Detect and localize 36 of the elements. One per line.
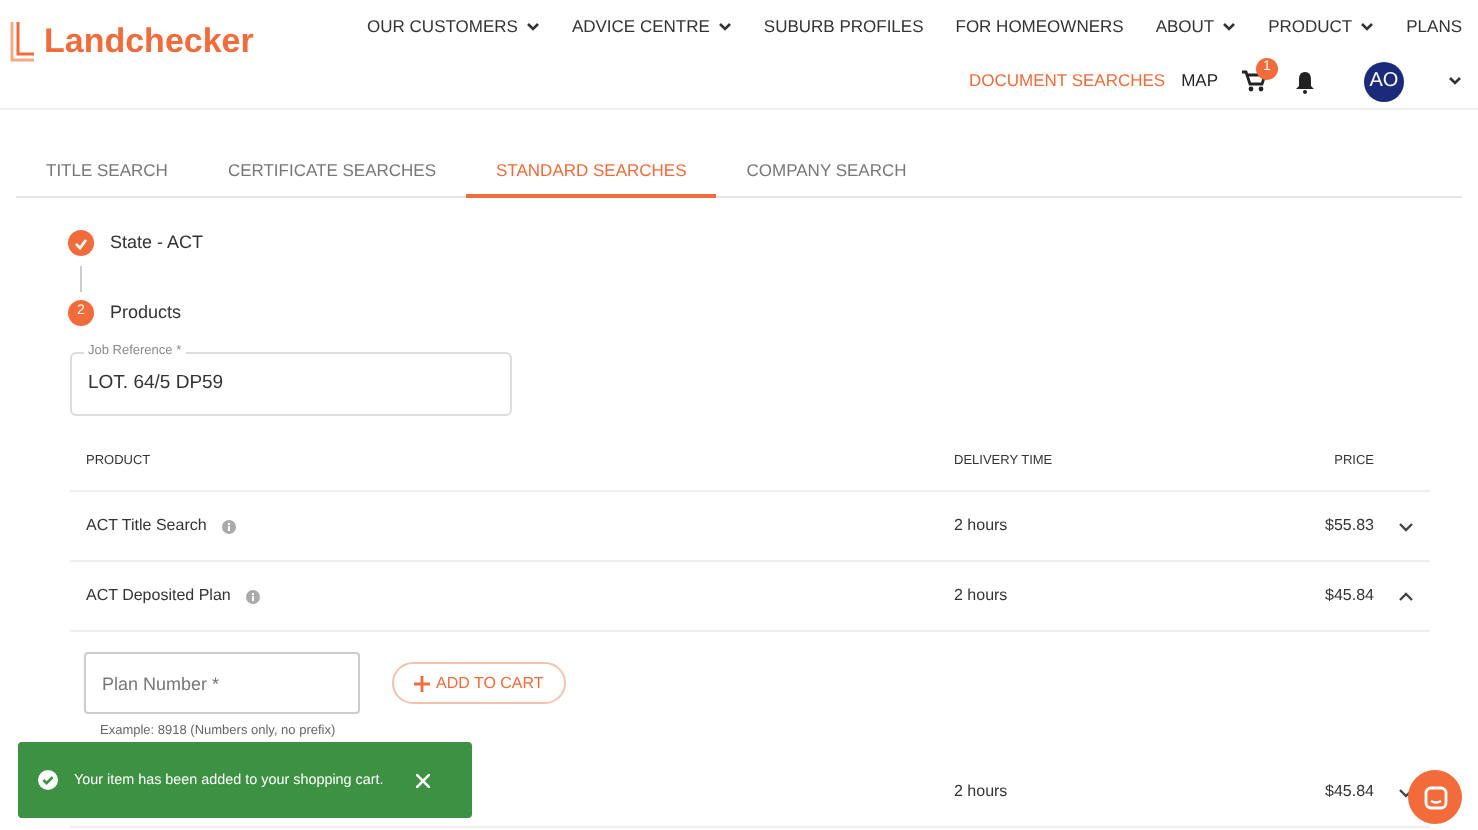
plan-number-field[interactable]: Plan Number *	[84, 652, 360, 714]
step-label: Products	[110, 299, 182, 325]
table-cell-text: 2 hours	[954, 514, 1010, 538]
table-cell-text: $45.84	[1323, 780, 1374, 804]
table-cell: ACT Title Search	[86, 514, 207, 538]
cart-button[interactable]	[1242, 70, 1266, 92]
plus-icon	[414, 675, 430, 691]
info-icon	[246, 589, 261, 603]
table-cell-text: 2 hours	[954, 780, 1010, 804]
nav-link[interactable]: ABOUT	[1155, 14, 1237, 40]
nav-link[interactable]: PRODUCT	[1268, 14, 1375, 40]
chevron-down-icon[interactable]	[1448, 76, 1462, 86]
chat-icon	[1423, 785, 1447, 809]
info-icon	[222, 519, 237, 533]
step-label: State - ACT	[110, 230, 204, 256]
nav-link[interactable]: SUBURB PROFILES	[763, 14, 924, 40]
table-cell-text: 2 hours	[954, 584, 1010, 608]
nav-link[interactable]: MAP	[1181, 68, 1218, 94]
logo-icon	[8, 19, 36, 64]
cart-icon	[1242, 70, 1266, 92]
table-cell: ACT Deposited Plan	[86, 584, 231, 608]
table-cell-text: $45.84	[1323, 584, 1374, 608]
chevron-up-icon[interactable]	[1398, 591, 1414, 601]
nav-link[interactable]: OUR CUSTOMERS	[367, 14, 540, 40]
close-button[interactable]	[415, 773, 430, 787]
tab[interactable]: COMPANY SEARCH	[716, 146, 937, 198]
table-cell-text: $55.83	[1323, 514, 1374, 538]
tab[interactable]: CERTIFICATE SEARCHES	[197, 146, 467, 198]
chevron-down-icon[interactable]	[1398, 521, 1414, 531]
avatar[interactable]: AO	[1364, 61, 1404, 101]
bell-icon[interactable]	[1294, 69, 1316, 93]
nav-link[interactable]: PLANS	[1406, 14, 1462, 40]
nav-link[interactable]: ADVICE CENTRE	[571, 14, 732, 40]
tab[interactable]: TITLE SEARCH	[16, 146, 198, 198]
check-circle-icon	[38, 770, 58, 790]
nav-link[interactable]: FOR HOMEOWNERS	[955, 14, 1124, 40]
